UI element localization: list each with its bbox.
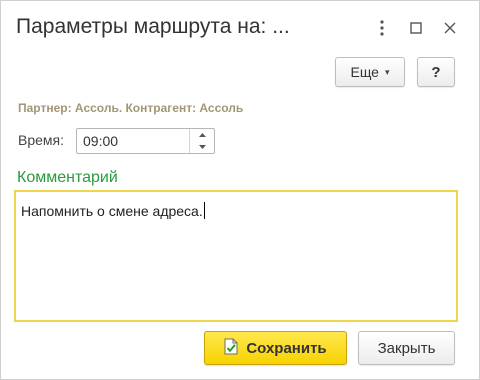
comment-textarea[interactable]: Напомнить о смене адреса. bbox=[14, 190, 458, 322]
save-button[interactable]: Сохранить bbox=[204, 331, 347, 365]
comment-value: Напомнить о смене адреса. bbox=[21, 203, 203, 219]
more-button[interactable]: Еще ▾ bbox=[335, 57, 405, 87]
spin-up-icon[interactable] bbox=[190, 129, 214, 141]
close-button[interactable]: Закрыть bbox=[358, 331, 455, 365]
more-vert-icon[interactable] bbox=[365, 15, 399, 41]
close-button-label: Закрыть bbox=[377, 339, 436, 357]
save-button-label: Сохранить bbox=[246, 339, 327, 357]
spin-down-icon[interactable] bbox=[190, 141, 214, 153]
save-document-icon bbox=[224, 338, 238, 359]
help-button-label: ? bbox=[431, 63, 441, 81]
comment-text: Напомнить о смене адреса. bbox=[21, 202, 205, 219]
partner-info-text: Партнер: Ассоль. Контрагент: Ассоль bbox=[18, 101, 244, 115]
close-icon[interactable] bbox=[433, 15, 467, 41]
text-cursor bbox=[203, 202, 205, 219]
time-spinner bbox=[189, 129, 214, 153]
help-button[interactable]: ? bbox=[417, 57, 455, 87]
chevron-down-icon: ▾ bbox=[384, 66, 390, 77]
more-button-label: Еще bbox=[350, 64, 379, 80]
maximize-icon[interactable] bbox=[399, 15, 433, 41]
title-bar-controls bbox=[365, 15, 467, 41]
time-label: Время: bbox=[18, 132, 65, 148]
comment-label: Комментарий bbox=[17, 169, 118, 186]
route-parameters-dialog: Параметры маршрута на: ... Еще ▾ ? Партн… bbox=[0, 0, 480, 380]
time-input[interactable] bbox=[77, 129, 187, 153]
time-field bbox=[76, 128, 215, 154]
dialog-title: Параметры маршрута на: ... bbox=[16, 15, 290, 38]
